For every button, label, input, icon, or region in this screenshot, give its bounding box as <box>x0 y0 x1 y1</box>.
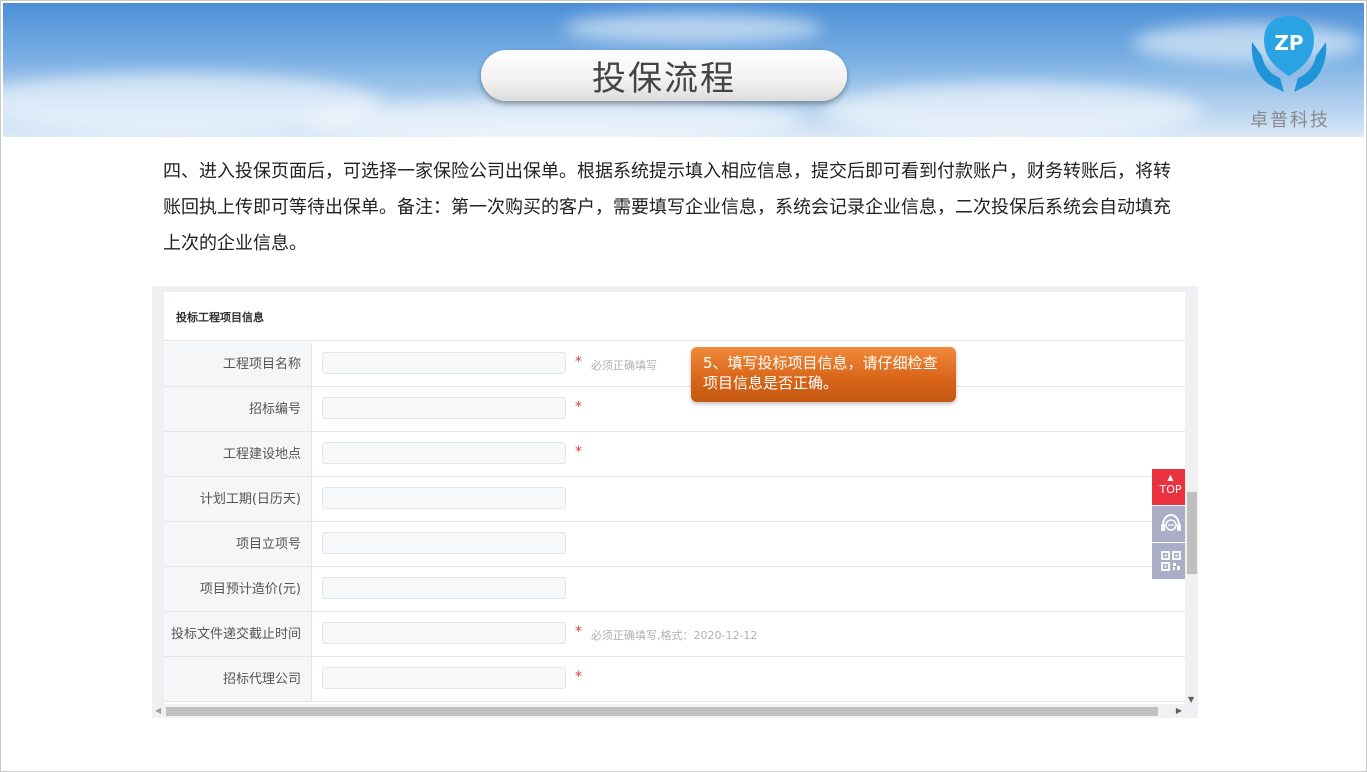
horizontal-scrollbar[interactable]: ◀ ▶ <box>152 704 1186 718</box>
back-to-top-label: TOP <box>1159 483 1182 496</box>
required-mark: * <box>575 354 582 370</box>
customer-service-button[interactable] <box>1152 506 1185 542</box>
field-hint: 必须正确填写 <box>591 359 657 372</box>
scroll-right-arrow-icon[interactable]: ▶ <box>1176 706 1182 715</box>
project-approval-number-input[interactable] <box>322 532 566 554</box>
scroll-down-arrow-icon[interactable]: ▼ <box>1188 695 1194 704</box>
form-row-bidding-agency: 招标代理公司 * <box>164 657 1185 702</box>
form-screenshot: 投标工程项目信息 工程项目名称 * 必须正确填写 招标编号 * 工程建设地点 *… <box>152 286 1198 718</box>
field-label: 工程项目名称 <box>164 342 312 386</box>
form-row-construction-site: 工程建设地点 * <box>164 432 1185 477</box>
planned-duration-input[interactable] <box>322 487 566 509</box>
construction-site-input[interactable] <box>322 442 566 464</box>
zp-logo-icon: ZP <box>1251 16 1327 92</box>
form-row-bid-number: 招标编号 * <box>164 387 1185 432</box>
form-section-title: 投标工程项目信息 <box>164 292 1185 341</box>
vertical-scrollbar-thumb[interactable] <box>1187 492 1197 574</box>
field-label: 招标编号 <box>164 387 312 431</box>
caret-up-icon: ▲ <box>1167 473 1174 482</box>
bidding-agency-input[interactable] <box>322 667 566 689</box>
required-mark: * <box>575 444 582 460</box>
field-label: 项目立项号 <box>164 522 312 566</box>
vertical-scrollbar[interactable]: ▼ <box>1186 292 1198 704</box>
bid-number-input[interactable] <box>322 397 566 419</box>
field-label: 计划工期(日历天) <box>164 477 312 521</box>
instruction-paragraph: 四、进入投保页面后，可选择一家保险公司出保单。根据系统提示填入相应信息，提交后即… <box>163 161 1171 254</box>
estimated-cost-input[interactable] <box>322 577 566 599</box>
logo-text: 卓普科技 <box>1250 110 1330 131</box>
field-label: 招标代理公司 <box>164 657 312 701</box>
qr-code-button[interactable] <box>1152 543 1185 579</box>
field-label: 项目预计造价(元) <box>164 567 312 611</box>
project-info-form: 投标工程项目信息 工程项目名称 * 必须正确填写 招标编号 * 工程建设地点 *… <box>164 292 1185 704</box>
required-mark: * <box>575 399 582 415</box>
form-row-estimated-cost: 项目预计造价(元) <box>164 567 1185 612</box>
field-label: 工程建设地点 <box>164 432 312 476</box>
required-mark: * <box>575 624 582 640</box>
qr-code-icon <box>1160 551 1181 571</box>
instruction-tooltip: 5、填写投标项目信息，请仔细检查项目信息是否正确。 <box>691 347 956 402</box>
form-row-submission-deadline: 投标文件递交截止时间 * 必须正确填写,格式：2020-12-12 <box>164 612 1185 657</box>
customer-service-icon <box>1160 513 1181 531</box>
slide-title: 投保流程 <box>481 50 847 101</box>
submission-deadline-input[interactable] <box>322 622 566 644</box>
svg-text:ZP: ZP <box>1274 31 1303 55</box>
form-row-project-name: 工程项目名称 * 必须正确填写 <box>164 342 1185 387</box>
back-to-top-button[interactable]: ▲ TOP <box>1152 469 1185 505</box>
project-name-input[interactable] <box>322 352 566 374</box>
horizontal-scrollbar-thumb[interactable] <box>166 707 1158 716</box>
floating-toolbar: ▲ TOP <box>1152 469 1185 579</box>
form-row-planned-duration: 计划工期(日历天) <box>164 477 1185 522</box>
required-mark: * <box>575 669 582 685</box>
scroll-left-arrow-icon[interactable]: ◀ <box>155 706 161 715</box>
field-label: 投标文件递交截止时间 <box>164 612 312 656</box>
field-hint: 必须正确填写,格式：2020-12-12 <box>591 629 758 642</box>
slide-title-text: 投保流程 <box>592 59 736 99</box>
form-row-project-approval-number: 项目立项号 <box>164 522 1185 567</box>
